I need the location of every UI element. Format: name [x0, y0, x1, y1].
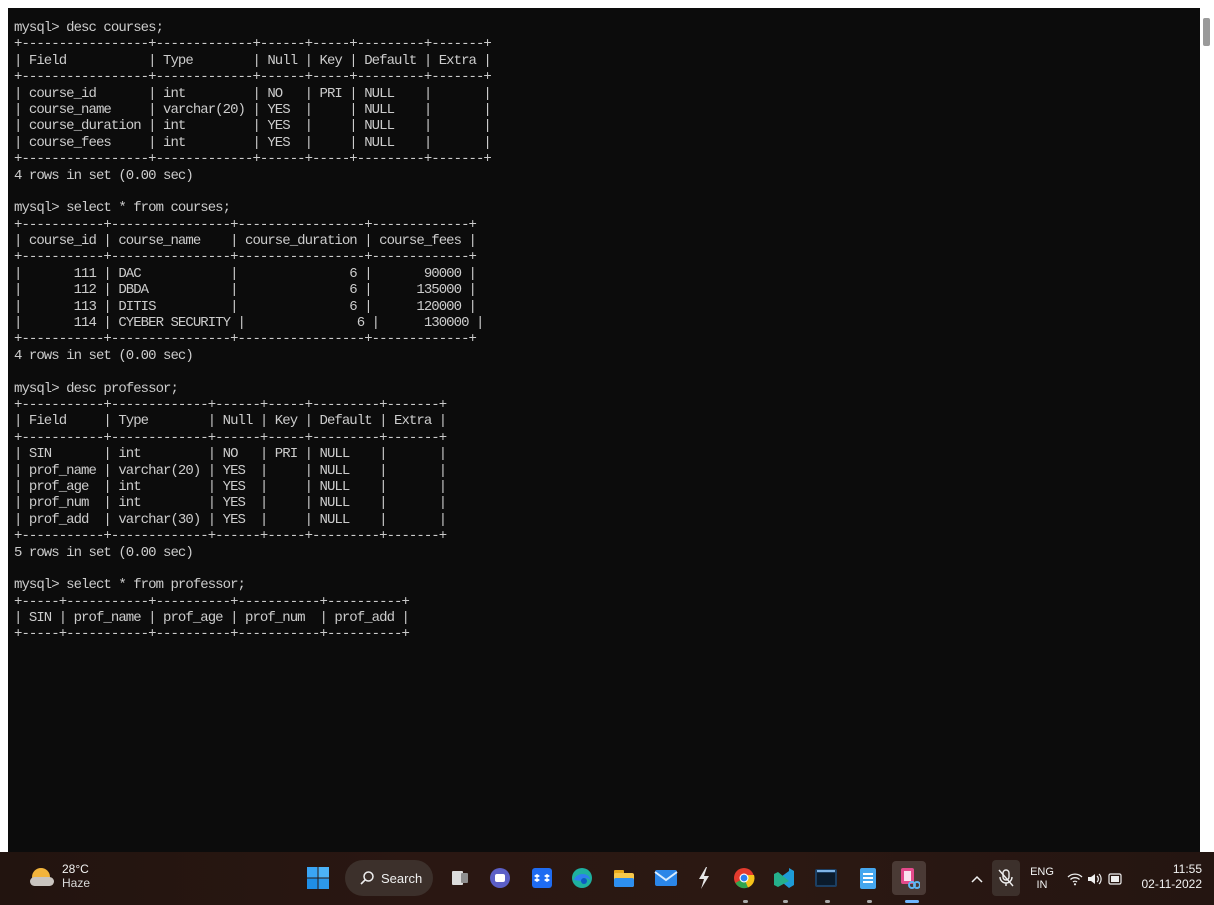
- chrome-icon[interactable]: [730, 864, 758, 892]
- console-line: | course_id | course_name | course_durat…: [14, 233, 477, 250]
- battery-icon[interactable]: [1106, 852, 1124, 905]
- volume-icon[interactable]: [1086, 852, 1104, 905]
- search-label: Search: [381, 870, 423, 886]
- console-line: | prof_add | varchar(30) | YES | | NULL …: [14, 511, 447, 528]
- scrollbar-thumb[interactable]: [1203, 18, 1210, 46]
- console-line: +-----------+-------------+------+-----+…: [14, 396, 447, 413]
- haze-sun-icon: [30, 864, 54, 888]
- console-line: +-----------+----------------+----------…: [14, 249, 477, 266]
- running-indicator: [825, 900, 830, 903]
- console-output[interactable]: mysql> desc courses; +-----------------+-…: [14, 20, 492, 643]
- console-line: | prof_num | int | YES | | NULL | |: [14, 495, 447, 512]
- language-indicator[interactable]: ENG IN: [1030, 852, 1054, 905]
- lightning-app-icon[interactable]: [690, 864, 718, 892]
- weather-widget[interactable]: 28°C Haze: [30, 862, 90, 890]
- notepad-icon[interactable]: [854, 864, 882, 892]
- weather-temperature: 28°C: [62, 862, 89, 876]
- console-line: 4 rows in set (0.00 sec): [14, 347, 194, 364]
- console-line: | course_id | int | NO | PRI | NULL | |: [14, 85, 492, 102]
- mic-muted-icon[interactable]: [992, 860, 1020, 896]
- console-line: mysql> desc professor;: [14, 380, 179, 397]
- running-indicator: [783, 900, 788, 903]
- search-icon: [360, 871, 374, 885]
- clock-date: 02-11-2022: [1141, 877, 1203, 891]
- console-line: | course_duration | int | YES | | NULL |…: [14, 118, 492, 135]
- console-line: mysql> select * from professor;: [14, 577, 246, 594]
- file-explorer-icon[interactable]: [610, 864, 638, 892]
- chevron-up-icon[interactable]: [968, 852, 986, 905]
- snipping-tool-icon[interactable]: [892, 861, 926, 895]
- chat-icon[interactable]: [486, 864, 514, 892]
- mysql-console-icon[interactable]: [812, 864, 840, 892]
- console-line: | 114 | CYEBER SECURITY | 6 | 130000 |: [14, 315, 484, 332]
- terminal-scrollbar[interactable]: [1201, 8, 1214, 852]
- taskbar-search-button[interactable]: Search: [345, 860, 433, 896]
- console-line: +-----+-----------+----------+----------…: [14, 593, 410, 610]
- language-code: ENG: [1030, 865, 1054, 878]
- task-view-icon[interactable]: [446, 864, 474, 892]
- console-line: +-----------+----------------+----------…: [14, 216, 477, 233]
- console-line: | course_name | varchar(20) | YES | | NU…: [14, 101, 492, 118]
- running-indicator: [867, 900, 872, 903]
- console-line: | Field | Type | Null | Key | Default | …: [14, 413, 447, 430]
- console-line: +-----------------+-------------+------+…: [14, 151, 492, 168]
- start-icon[interactable]: [304, 864, 332, 892]
- dropbox-icon[interactable]: [528, 864, 556, 892]
- console-line: +-----+-----------+----------+----------…: [14, 626, 410, 643]
- weather-condition: Haze: [62, 876, 91, 890]
- console-line: +-----------------+-------------+------+…: [14, 36, 492, 53]
- wifi-icon[interactable]: [1066, 852, 1084, 905]
- region-code: IN: [1036, 878, 1048, 891]
- terminal-window[interactable]: mysql> desc courses; +-----------------+-…: [8, 8, 1200, 852]
- console-line: 4 rows in set (0.00 sec): [14, 167, 194, 184]
- console-line: | Field | Type | Null | Key | Default | …: [14, 52, 492, 69]
- console-line: +-----------+-------------+------+-----+…: [14, 429, 447, 446]
- console-line: | prof_name | varchar(20) | YES | | NULL…: [14, 462, 447, 479]
- console-line: mysql> select * from courses;: [14, 200, 231, 217]
- console-line: +-----------+-------------+------+-----+…: [14, 528, 447, 545]
- vscode-insiders-icon[interactable]: [770, 864, 798, 892]
- clock[interactable]: 11:55 02-11-2022: [1127, 862, 1203, 892]
- console-line: | prof_age | int | YES | | NULL | |: [14, 478, 447, 495]
- console-line: | SIN | prof_name | prof_age | prof_num …: [14, 610, 410, 627]
- console-line: | course_fees | int | YES | | NULL | |: [14, 134, 492, 151]
- console-line: | 112 | DBDA | 6 | 135000 |: [14, 282, 477, 299]
- console-line: | 111 | DAC | 6 | 90000 |: [14, 265, 477, 282]
- clock-time: 11:55: [1172, 862, 1202, 876]
- mail-icon[interactable]: [652, 864, 680, 892]
- console-line: | SIN | int | NO | PRI | NULL | |: [14, 446, 447, 463]
- active-indicator: [905, 900, 919, 903]
- console-line: | 113 | DITIS | 6 | 120000 |: [14, 298, 477, 315]
- running-indicator: [743, 900, 748, 903]
- taskbar: 28°C Haze Search ENG IN 11:55 02-11-2022: [0, 852, 1214, 905]
- edge-icon[interactable]: [568, 864, 596, 892]
- console-line: mysql> desc courses;: [14, 20, 164, 36]
- console-line: +-----------+----------------+----------…: [14, 331, 477, 348]
- console-line: 5 rows in set (0.00 sec): [14, 544, 194, 561]
- console-line: +-----------------+-------------+------+…: [14, 69, 492, 86]
